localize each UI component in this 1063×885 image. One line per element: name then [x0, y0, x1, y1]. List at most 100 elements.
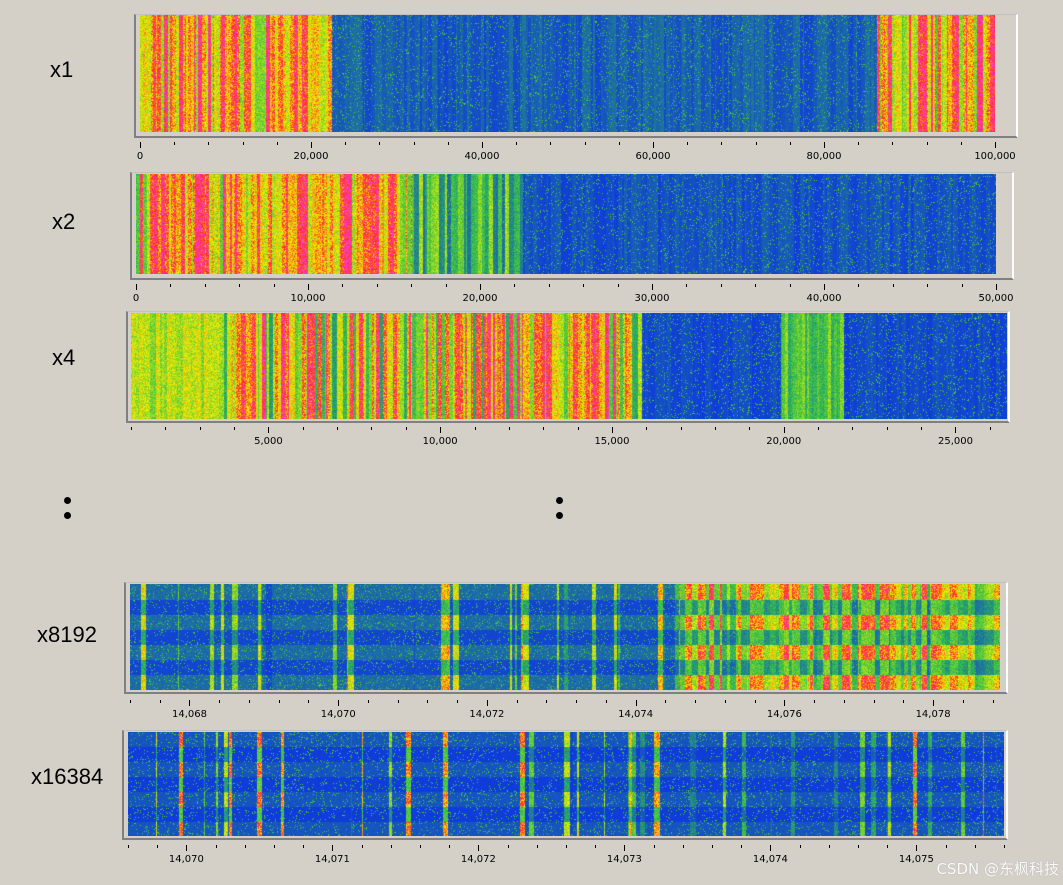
major-tick [824, 142, 825, 148]
minor-tick [715, 427, 716, 430]
minor-tick [516, 142, 518, 145]
minor-tick [576, 700, 578, 703]
major-tick [784, 700, 786, 706]
minor-tick [274, 845, 275, 848]
minor-tick [789, 142, 791, 145]
major-tick [635, 700, 637, 706]
tick-label: 20,000 [462, 293, 498, 304]
heatmap-panel-x8192 [124, 582, 1008, 694]
minor-tick [961, 284, 963, 287]
minor-tick [992, 700, 994, 703]
minor-tick [960, 142, 962, 145]
major-tick [311, 142, 312, 148]
ellipsis-left [64, 497, 72, 527]
tick-label: 0 [132, 293, 140, 304]
minor-tick [208, 142, 210, 145]
tick-label: 14,070 [320, 709, 356, 720]
minor-tick [157, 845, 159, 848]
minor-tick [945, 845, 947, 848]
minor-tick [170, 284, 172, 287]
tick-label: 5,000 [254, 436, 283, 447]
major-tick [482, 142, 483, 148]
minor-tick [584, 142, 586, 145]
heatmap-canvas-x4 [131, 313, 1007, 419]
minor-tick [858, 142, 860, 145]
major-tick [955, 427, 957, 433]
ellipsis-center [556, 497, 564, 527]
minor-tick [789, 284, 791, 287]
major-tick [332, 845, 334, 851]
watermark: CSDN @东枫科技 [936, 860, 1059, 878]
minor-tick [617, 284, 619, 287]
major-tick [189, 700, 191, 706]
major-tick [268, 427, 270, 433]
minor-tick [379, 142, 381, 145]
minor-tick [595, 845, 597, 848]
minor-tick [376, 284, 378, 287]
major-tick [478, 845, 480, 851]
minor-tick [367, 700, 369, 703]
major-tick [140, 142, 141, 148]
heatmap-panel-x16384 [122, 730, 1008, 840]
minor-tick [828, 845, 830, 848]
spectrogram-zoom-figure: x1 0 20,000 40,000 60,000 80,000 100,000 x2 0… [0, 0, 1063, 885]
minor-tick [886, 427, 888, 430]
minor-tick [858, 284, 860, 287]
major-tick [486, 700, 488, 706]
minor-tick [508, 427, 510, 430]
minor-tick [852, 427, 854, 430]
minor-tick [724, 700, 726, 703]
tick-label: 20,000 [766, 436, 802, 447]
tick-label: 0 [136, 151, 144, 162]
minor-tick [927, 284, 929, 287]
minor-tick [244, 845, 246, 848]
minor-tick [302, 427, 304, 430]
tick-label: 50,000 [978, 293, 1014, 304]
minor-tick [754, 700, 756, 703]
zoom-label-x8192: x8192 [37, 622, 97, 647]
minor-tick [665, 700, 667, 703]
minor-tick [903, 700, 905, 703]
minor-tick [174, 142, 176, 145]
minor-tick [342, 284, 344, 287]
minor-tick [605, 700, 607, 703]
major-tick [996, 284, 997, 290]
minor-tick [165, 427, 167, 430]
minor-tick [653, 845, 655, 848]
ellipsis-dot [556, 497, 563, 504]
major-tick [770, 845, 772, 851]
major-tick [916, 845, 918, 851]
minor-tick [248, 700, 250, 703]
major-tick [136, 284, 137, 290]
zoom-label-x1: x1 [50, 57, 74, 82]
minor-tick [276, 142, 278, 145]
minor-tick [219, 700, 221, 703]
minor-tick [818, 427, 820, 430]
minor-tick [361, 845, 363, 848]
minor-tick [411, 284, 413, 287]
minor-tick [974, 845, 976, 848]
major-tick [624, 845, 626, 851]
minor-tick [892, 284, 894, 287]
x-axis-x1: 0 20,000 40,000 60,000 80,000 100,000 [136, 142, 1016, 170]
minor-tick [199, 427, 201, 430]
minor-tick [577, 427, 579, 430]
x-axis-x16384: 14,070 14,071 14,072 14,073 14,074 14,075 [128, 845, 1005, 873]
minor-tick [278, 700, 280, 703]
minor-tick [741, 845, 743, 848]
tick-label: 14,071 [314, 854, 350, 865]
major-tick [653, 142, 654, 148]
minor-tick [445, 284, 447, 287]
minor-tick [583, 284, 585, 287]
minor-tick [242, 142, 244, 145]
minor-tick [447, 142, 449, 145]
x-axis-x8192: 14,068 14,070 14,072 14,074 14,076 14,078 [130, 700, 1000, 728]
minor-tick [234, 427, 236, 430]
minor-tick [548, 284, 550, 287]
major-tick [783, 427, 785, 433]
minor-tick [720, 284, 722, 287]
major-tick [824, 284, 825, 290]
heatmap-panel-x2 [130, 172, 1014, 280]
heatmap-canvas-x2 [136, 174, 996, 274]
tick-label: 80,000 [806, 151, 842, 162]
